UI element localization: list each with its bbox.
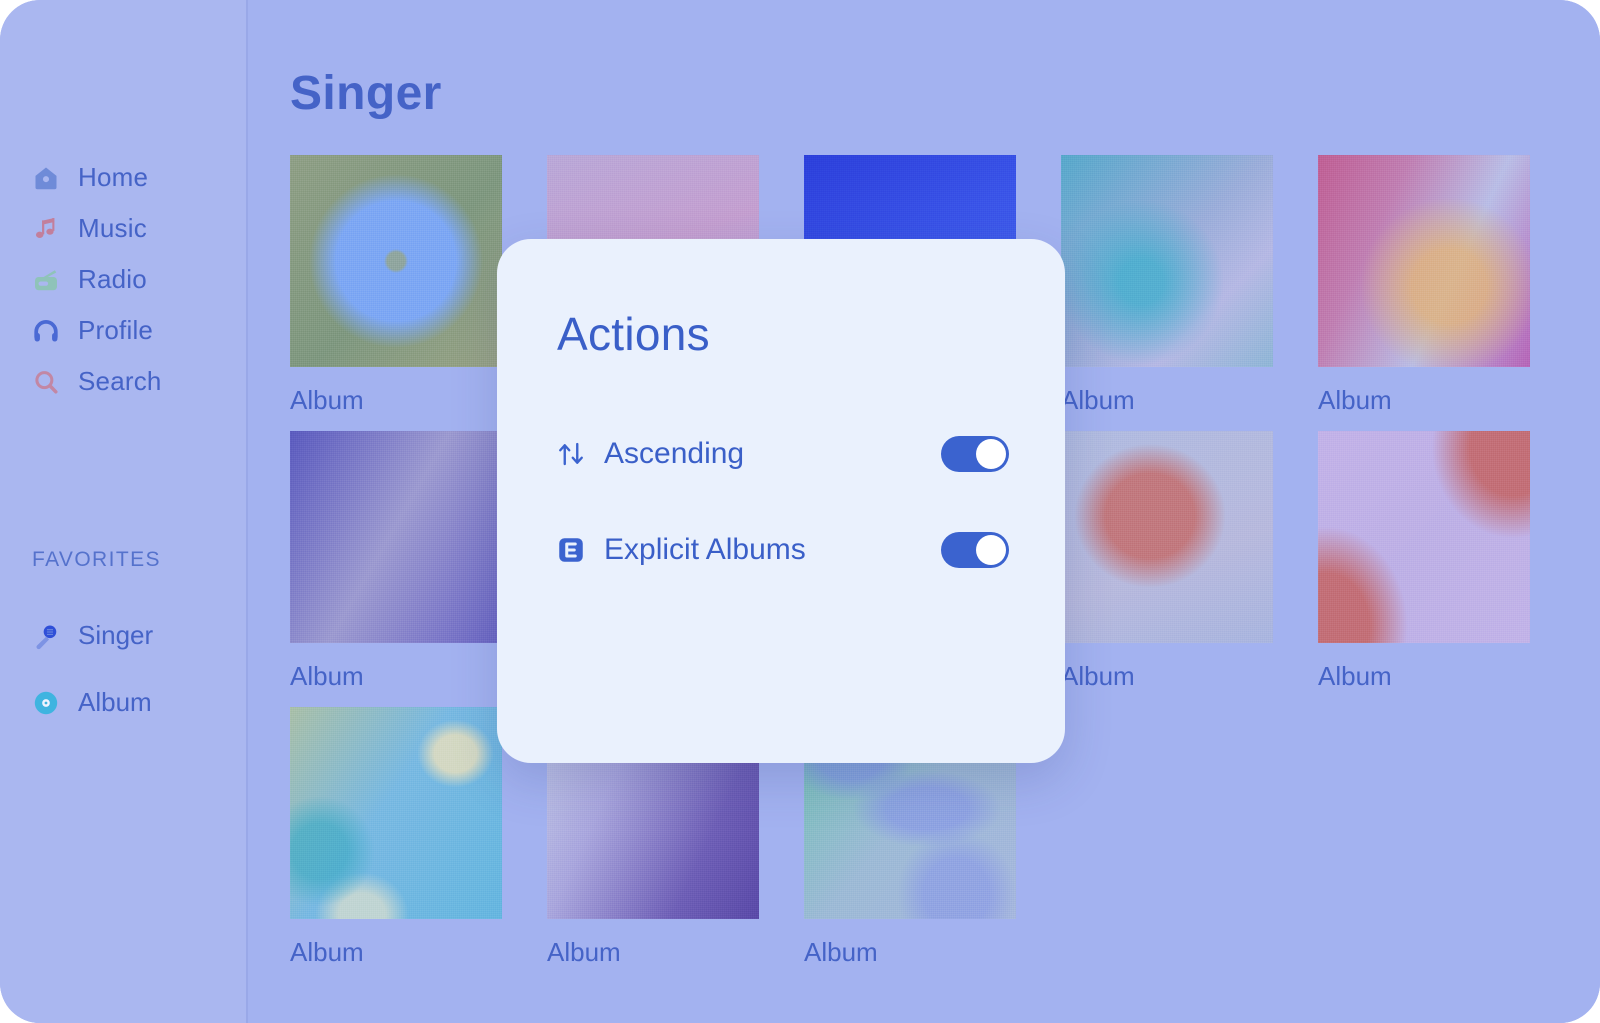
album-card-label: Album — [547, 937, 621, 967]
sidebar-item-label: Search — [78, 366, 162, 396]
album-card[interactable]: Album — [1061, 431, 1273, 692]
album-artwork — [290, 707, 502, 919]
actions-dialog: Actions Ascending Explicit Albums — [497, 239, 1065, 763]
disc-icon — [32, 689, 60, 717]
favorite-item-label: Album — [78, 687, 152, 717]
album-card-label: Album — [290, 937, 364, 967]
album-card[interactable]: Album — [1318, 431, 1530, 692]
album-artwork — [1061, 431, 1273, 643]
home-icon — [32, 164, 60, 192]
page-title: Singer — [290, 67, 442, 120]
dialog-title: Actions — [557, 308, 710, 360]
sidebar-item-search[interactable]: Search — [0, 356, 246, 407]
sidebar-item-album[interactable]: Album — [0, 669, 246, 736]
album-card-label: Album — [290, 385, 364, 415]
ascending-label: Ascending — [604, 437, 745, 470]
sidebar-item-profile[interactable]: Profile — [0, 305, 246, 356]
sidebar-item-label: Profile — [78, 315, 154, 345]
sidebar-item-music[interactable]: Music — [0, 203, 246, 254]
album-card-label: Album — [1061, 385, 1135, 415]
sort-arrows-icon — [554, 437, 588, 471]
album-artwork — [290, 431, 502, 643]
sidebar-item-label: Music — [78, 213, 147, 243]
sidebar-nav: Home Music Radio Profile Search — [0, 152, 246, 407]
ascending-row[interactable]: Ascending — [554, 431, 1009, 477]
sidebar-item-label: Home — [78, 162, 149, 192]
album-artwork — [290, 155, 502, 367]
album-card-label: Album — [804, 937, 878, 967]
album-artwork — [1061, 155, 1273, 367]
music-note-icon — [32, 215, 60, 243]
explicit-albums-toggle[interactable] — [941, 532, 1009, 568]
sidebar-item-home[interactable]: Home — [0, 152, 246, 203]
sidebar-item-singer[interactable]: Singer — [0, 602, 246, 669]
music-app-window: Home Music Radio Profile Search FAVORITE… — [0, 0, 1600, 1023]
album-card-label: Album — [290, 661, 364, 691]
search-icon — [32, 368, 60, 396]
explicit-e-icon — [554, 533, 588, 567]
favorite-item-label: Singer — [78, 620, 154, 650]
album-card[interactable]: Album — [290, 707, 502, 968]
toggle-knob — [976, 439, 1006, 469]
favorites-list: Singer Album — [0, 602, 246, 736]
album-card-label: Album — [1061, 661, 1135, 691]
album-card-label: Album — [1318, 385, 1392, 415]
ascending-toggle[interactable] — [941, 436, 1009, 472]
toggle-knob — [976, 535, 1006, 565]
album-artwork — [1318, 431, 1530, 643]
microphone-icon — [32, 622, 60, 650]
album-artwork — [1318, 155, 1530, 367]
sidebar-item-label: Radio — [78, 264, 147, 294]
sidebar: Home Music Radio Profile Search FAVORITE… — [0, 0, 248, 1023]
radio-icon — [32, 266, 60, 294]
album-card[interactable]: Album — [1061, 155, 1273, 416]
sidebar-item-radio[interactable]: Radio — [0, 254, 246, 305]
explicit-albums-row[interactable]: Explicit Albums — [554, 527, 1009, 573]
explicit-albums-label: Explicit Albums — [604, 533, 806, 566]
album-card-label: Album — [1318, 661, 1392, 691]
favorites-heading: FAVORITES — [32, 548, 161, 571]
album-card[interactable]: Album — [1318, 155, 1530, 416]
album-card[interactable]: Album — [290, 431, 502, 692]
album-card[interactable]: Album — [290, 155, 502, 416]
headphones-icon — [32, 317, 60, 345]
